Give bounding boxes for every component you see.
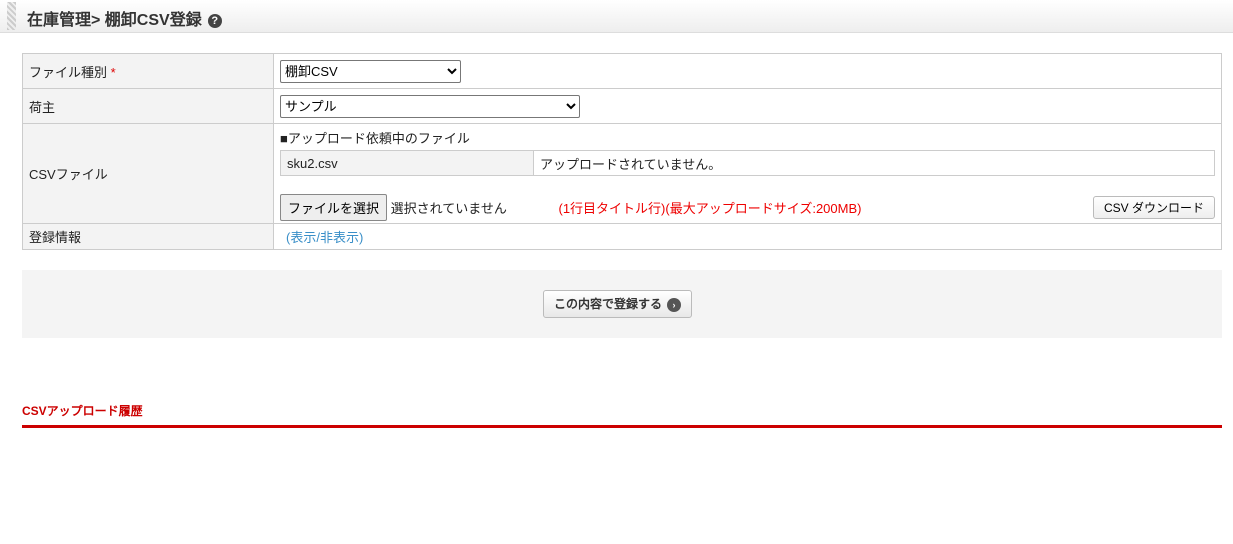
pending-file-status: アップロードされていません。 (533, 150, 1215, 176)
help-icon[interactable]: ? (207, 14, 222, 28)
pending-heading: ■アップロード依頼中のファイル (280, 131, 470, 146)
submit-area: この内容で登録する › (22, 270, 1222, 338)
shipper-select[interactable]: サンプル (280, 94, 580, 118)
registration-info-label: 登録情報 (22, 223, 274, 250)
no-file-text: 選択されていません (390, 201, 507, 216)
page-title: 在庫管理> 棚卸CSV登録? (27, 6, 222, 30)
upload-form: ファイル種別 * 棚卸CSV 荷主 サンプル CSVファイル ■アップロード依頼… (22, 53, 1222, 250)
arrow-right-icon: › (667, 298, 682, 312)
shipper-label: 荷主 (22, 88, 274, 124)
register-button[interactable]: この内容で登録する › (543, 290, 693, 318)
upload-history-heading: CSVアップロード履歴 (22, 402, 1222, 428)
choose-file-button[interactable]: ファイルを選択 (280, 194, 388, 221)
pending-files-table: sku2.csv アップロードされていません。 (280, 150, 1215, 176)
file-type-select[interactable]: 棚卸CSV (280, 59, 461, 83)
header-decoration (7, 2, 16, 30)
upload-note: (1行目タイトル行)(最大アップロードサイズ:200MB) (558, 201, 862, 216)
file-type-label: ファイル種別 * (22, 53, 274, 89)
page-header: 在庫管理> 棚卸CSV登録? (0, 0, 1233, 33)
csv-download-button[interactable]: CSV ダウンロード (1092, 196, 1215, 219)
csv-file-label: CSVファイル (22, 123, 274, 224)
pending-file-name: sku2.csv (280, 150, 534, 176)
toggle-display-link[interactable]: 表示/非表示 (290, 230, 359, 245)
